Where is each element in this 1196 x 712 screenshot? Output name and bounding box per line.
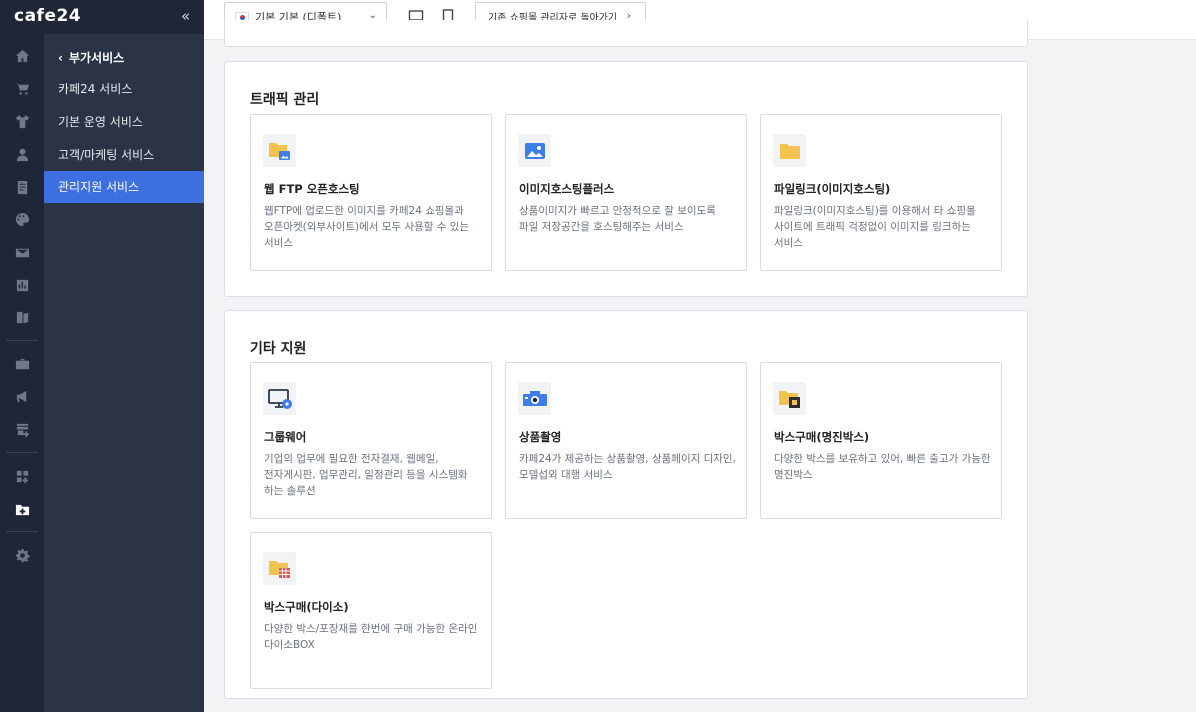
card-description: 파일링크(이미지호스팅)를 이용해서 타 쇼핑몰 사이트에 트래픽 걱정없이 이… bbox=[774, 205, 976, 249]
home-icon[interactable] bbox=[12, 46, 32, 66]
card-title: 이미지호스팅플러스 bbox=[519, 182, 615, 196]
cart-icon[interactable] bbox=[12, 78, 32, 98]
submenu-panel: ‹ 부가서비스 카페24 서비스 기본 운영 서비스 고객/마케팅 서비스 관리… bbox=[44, 34, 204, 712]
card-title: 박스구매(다이소) bbox=[264, 600, 349, 614]
folder-image-icon bbox=[263, 134, 296, 167]
card-groupware[interactable]: 그룹웨어 기업의 업무에 필요한 전자결재, 웹메일, 전자게시판, 업무관리,… bbox=[250, 362, 492, 519]
card-web-ftp[interactable]: 웹 FTP 오픈호스팅 웹FTP에 업로드한 이미지를 카페24 쇼핑몰과 오픈… bbox=[250, 114, 492, 271]
card-description: 기업의 업무에 필요한 전자결재, 웹메일, 전자게시판, 업무관리, 일정관리… bbox=[264, 453, 468, 497]
submenu-item-customer-marketing[interactable]: 고객/마케팅 서비스 bbox=[44, 139, 204, 171]
section-title: 트래픽 관리 bbox=[250, 92, 320, 108]
previous-section-panel bbox=[224, 20, 1028, 47]
card-title: 웹 FTP 오픈호스팅 bbox=[264, 182, 360, 196]
rail-divider bbox=[6, 531, 38, 532]
submenu-item-basic-operation[interactable]: 기본 운영 서비스 bbox=[44, 106, 204, 138]
megaphone-mail-icon[interactable] bbox=[12, 242, 32, 262]
card-box-daiso[interactable]: 박스구매(다이소) 다양한 박스/포장재를 한번에 구매 가능한 온라인 다이소… bbox=[250, 532, 492, 689]
rail-divider bbox=[6, 452, 38, 453]
traffic-section: 트래픽 관리 웹 FTP 오픈호스팅 웹FTP에 업로드한 이미지를 카페24 … bbox=[224, 61, 1028, 297]
card-description: 다양한 박스를 보유하고 있어, 빠른 출고가 가능한 명진박스 bbox=[774, 453, 991, 481]
submenu-title: 부가서비스 bbox=[68, 51, 125, 65]
person-icon[interactable] bbox=[12, 144, 32, 164]
submenu-item-management-support[interactable]: 관리지원 서비스 bbox=[44, 171, 204, 203]
card-description: 다양한 박스/포장재를 한번에 구매 가능한 온라인 다이소BOX bbox=[264, 623, 478, 651]
board-icon[interactable] bbox=[12, 177, 32, 197]
card-title: 파일링크(이미지호스팅) bbox=[774, 182, 891, 196]
shirt-icon[interactable] bbox=[12, 111, 32, 131]
folder-icon bbox=[773, 134, 806, 167]
card-image-hosting-plus[interactable]: 이미지호스팅플러스 상품이미지가 빠르고 안정적으로 잘 보이도록 파일 저장공… bbox=[505, 114, 747, 271]
briefcase-icon[interactable] bbox=[12, 354, 32, 374]
etc-support-section: 기타 지원 그룹웨어 기업의 업무에 필요한 전자결재, 웹메일, 전자게시판,… bbox=[224, 310, 1028, 699]
monitor-settings-icon bbox=[263, 382, 296, 415]
logo-bar: cafe24 « bbox=[0, 0, 204, 34]
section-title: 기타 지원 bbox=[250, 341, 307, 357]
card-title: 박스구매(명진박스) bbox=[774, 430, 870, 444]
card-description: 웹FTP에 업로드한 이미지를 카페24 쇼핑몰과 오픈마켓(외부사이트)에서 … bbox=[264, 205, 470, 249]
camera-icon bbox=[518, 382, 551, 415]
image-icon bbox=[518, 134, 551, 167]
card-title: 상품촬영 bbox=[519, 430, 562, 444]
store-add-icon[interactable] bbox=[12, 419, 32, 439]
gear-icon[interactable] bbox=[12, 545, 32, 565]
stats-icon[interactable] bbox=[12, 275, 32, 295]
loudspeaker-icon[interactable] bbox=[12, 386, 32, 406]
apps-add-icon[interactable] bbox=[12, 466, 32, 486]
collapse-menu-button[interactable]: « bbox=[181, 7, 190, 25]
card-title: 그룹웨어 bbox=[264, 430, 307, 444]
submenu-item-cafe24-service[interactable]: 카페24 서비스 bbox=[44, 73, 204, 105]
card-file-link[interactable]: 파일링크(이미지호스팅) 파일링크(이미지호스팅)를 이용해서 타 쇼핑몰 사이… bbox=[760, 114, 1002, 271]
card-description: 상품이미지가 빠르고 안정적으로 잘 보이도록 파일 저장공간을 호스팅해주는 … bbox=[519, 205, 716, 233]
cafe24-logo[interactable]: cafe24 bbox=[14, 6, 81, 26]
rail-divider bbox=[6, 340, 38, 341]
folder-grid-icon bbox=[263, 552, 296, 585]
card-description: 카페24가 제공하는 상품촬영, 상품페이지 디자인, 모델섭외 대행 서비스 bbox=[519, 453, 736, 481]
submenu-back[interactable]: ‹ 부가서비스 bbox=[58, 49, 124, 66]
card-box-myungjin[interactable]: 박스구매(명진박스) 다양한 박스를 보유하고 있어, 빠른 출고가 가능한 명… bbox=[760, 362, 1002, 519]
icon-rail bbox=[0, 34, 44, 712]
folder-add-icon[interactable] bbox=[12, 499, 32, 519]
palette-icon[interactable] bbox=[12, 209, 32, 229]
folder-box-icon bbox=[773, 382, 806, 415]
chevron-left-icon: ‹ bbox=[58, 50, 63, 65]
book-icon[interactable] bbox=[12, 307, 32, 327]
card-product-photo[interactable]: 상품촬영 카페24가 제공하는 상품촬영, 상품페이지 디자인, 모델섭외 대행… bbox=[505, 362, 747, 519]
